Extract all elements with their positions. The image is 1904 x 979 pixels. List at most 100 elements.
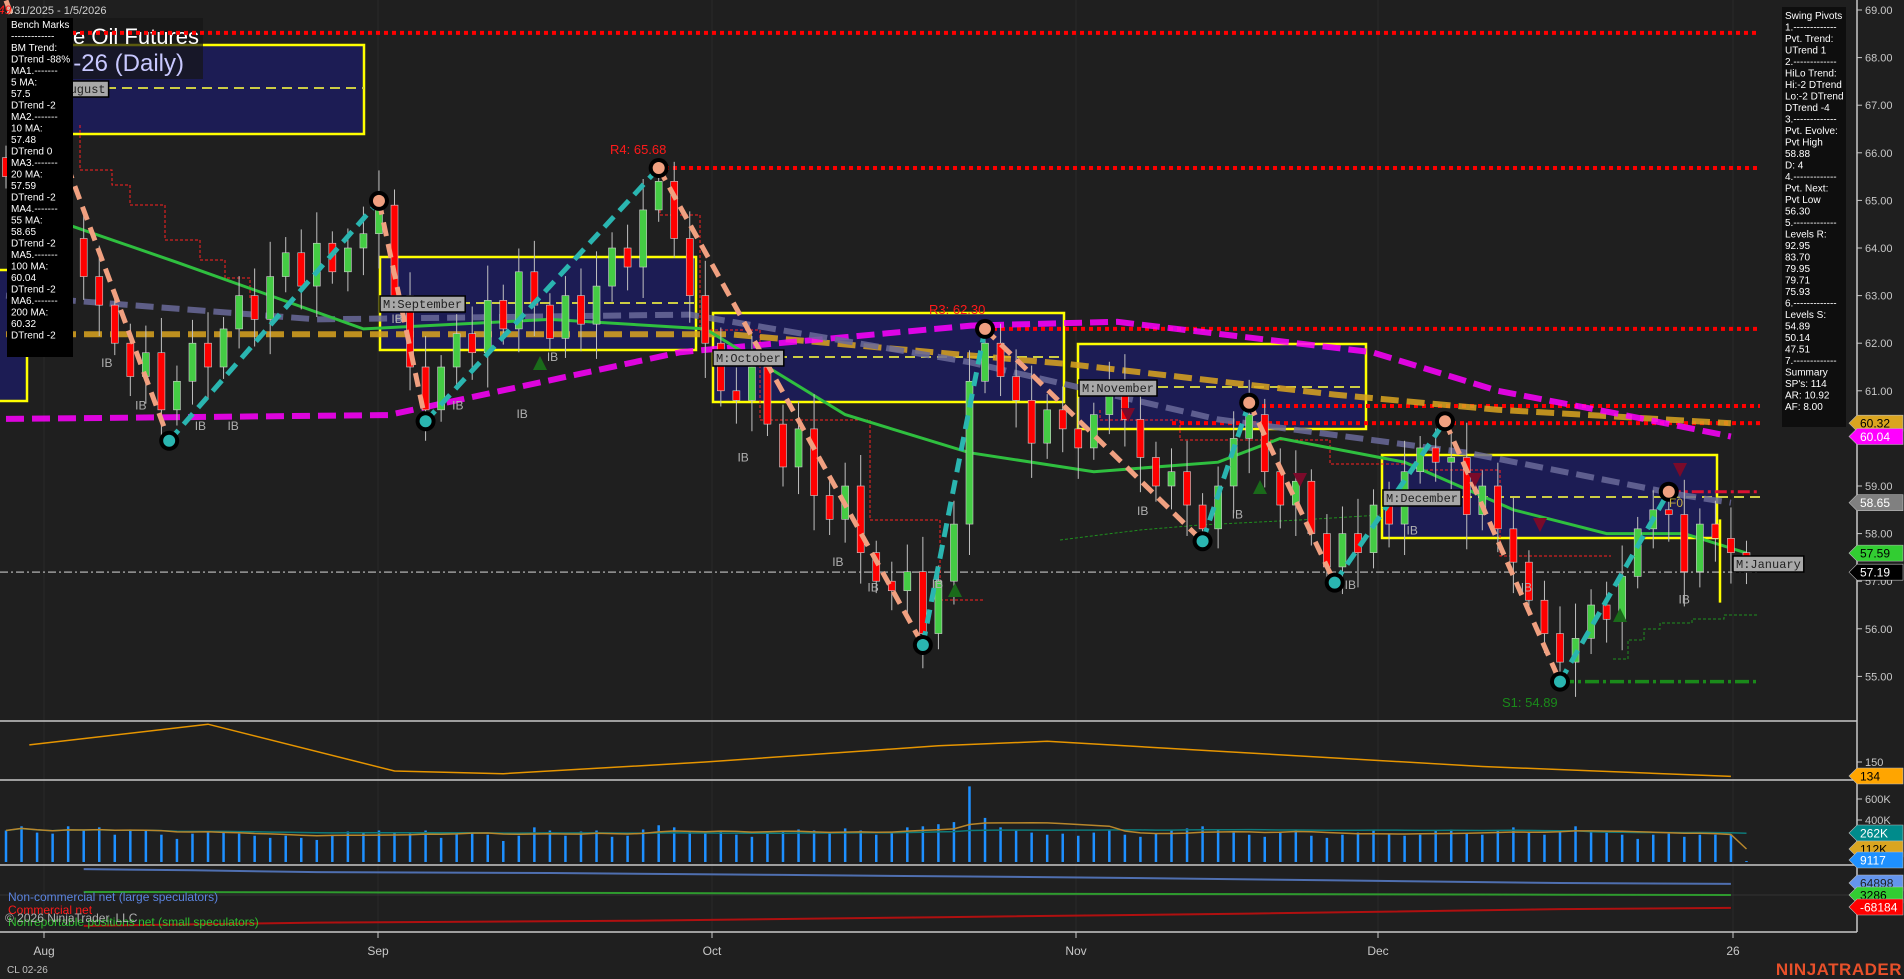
candle-down[interactable] — [1494, 486, 1501, 529]
ninjatrader-logo: NINJATRADER — [1776, 960, 1902, 979]
candle-down[interactable] — [469, 334, 476, 353]
benchmark-line: 58.65 — [11, 227, 36, 238]
candle-up[interactable] — [1044, 410, 1051, 443]
swing-pivot-line: AR: 10.92 — [1785, 391, 1830, 402]
benchmark-line: DTrend -2 — [11, 101, 56, 112]
candle-down[interactable] — [1557, 634, 1564, 663]
candle-down[interactable] — [780, 424, 787, 467]
candle-down[interactable] — [811, 429, 818, 496]
candle-down[interactable] — [919, 572, 926, 634]
benchmark-line: ------------- — [11, 32, 54, 43]
candle-up[interactable] — [748, 367, 755, 400]
candle-down[interactable] — [686, 238, 693, 295]
candle-up[interactable] — [950, 524, 957, 581]
candle-up[interactable] — [562, 296, 569, 339]
candle-down[interactable] — [702, 296, 709, 344]
candle-down[interactable] — [764, 367, 771, 424]
candle-down[interactable] — [1727, 538, 1734, 552]
candle-down[interactable] — [251, 296, 258, 320]
month-label-text: M:September — [383, 298, 462, 312]
candle-down[interactable] — [1712, 524, 1719, 538]
candle-up[interactable] — [313, 243, 320, 286]
candle-up[interactable] — [453, 334, 460, 367]
price-tag: 60.04 — [1849, 428, 1903, 444]
candle-up[interactable] — [982, 343, 989, 381]
candle-down[interactable] — [624, 248, 631, 267]
candle-down[interactable] — [826, 496, 833, 520]
candle-down[interactable] — [500, 300, 507, 329]
candle-up[interactable] — [360, 234, 367, 248]
candle-down[interactable] — [1432, 448, 1439, 462]
swing-pivot-marker — [1550, 672, 1570, 692]
swing-pivot-line: Lo:-2 DTrend — [1785, 92, 1844, 103]
candle-up[interactable] — [344, 248, 351, 272]
inside-bar-label: IB — [1345, 578, 1356, 592]
candle-up[interactable] — [189, 343, 196, 381]
swing-pivot-line: 56.30 — [1785, 207, 1810, 218]
candle-up[interactable] — [795, 429, 802, 467]
candle-down[interactable] — [391, 205, 398, 295]
candle-down[interactable] — [298, 253, 305, 286]
candle-up[interactable] — [640, 210, 647, 267]
candle-down[interactable] — [96, 277, 103, 306]
copyright: © 2026 NinjaTrader, LLC — [5, 911, 138, 925]
candle-down[interactable] — [205, 343, 212, 367]
volume-axis-label: 600K — [1865, 794, 1891, 806]
benchmark-line: DTrend -88% — [11, 55, 70, 66]
candle-up[interactable] — [655, 181, 662, 210]
candle-down[interactable] — [546, 305, 553, 338]
swing-pivot-line: DTrend -4 — [1785, 103, 1830, 114]
candle-down[interactable] — [733, 391, 740, 401]
candle-down[interactable] — [1152, 457, 1159, 486]
benchmark-line: MA6.------- — [11, 296, 58, 307]
swing-pivot-line: Summary — [1785, 368, 1828, 379]
candle-up[interactable] — [220, 329, 227, 367]
candle-down[interactable] — [111, 305, 118, 343]
candle-down[interactable] — [1184, 472, 1191, 505]
candle-down[interactable] — [1013, 377, 1020, 401]
candle-up[interactable] — [593, 286, 600, 324]
candle-down[interactable] — [577, 296, 584, 325]
candle-down[interactable] — [1199, 505, 1206, 529]
candle-up[interactable] — [267, 277, 274, 320]
indicator-tag-text: 134 — [1860, 770, 1880, 784]
candle-up[interactable] — [1090, 415, 1097, 448]
candle-down[interactable] — [1541, 600, 1548, 633]
candle-down[interactable] — [1028, 400, 1035, 443]
candle-up[interactable] — [173, 381, 180, 410]
inside-bar-label: IB — [195, 419, 206, 433]
candle-down[interactable] — [1510, 529, 1517, 562]
swing-pivot-line: 79.95 — [1785, 264, 1810, 275]
candle-down[interactable] — [1137, 419, 1144, 457]
candle-down[interactable] — [1681, 515, 1688, 572]
candle-down[interactable] — [1059, 410, 1066, 429]
swing-pivot-line: Pvt. Trend: — [1785, 34, 1833, 45]
ninjatrader-chart[interactable]: Crude Oil FuturesCL 02-26 (Daily)IBIBIBI… — [0, 0, 1904, 979]
swing-pivot-line: 7.------------- — [1785, 356, 1837, 367]
candle-up[interactable] — [1634, 529, 1641, 577]
candle-up[interactable] — [282, 253, 289, 277]
candle-up[interactable] — [1696, 524, 1703, 572]
candle-up[interactable] — [1168, 472, 1175, 486]
month-label: M:October — [713, 350, 784, 366]
swing-pivot-line: 2.------------- — [1785, 57, 1837, 68]
candle-down[interactable] — [80, 238, 87, 276]
candle-down[interactable] — [127, 343, 134, 376]
price-axis-label: 68.00 — [1865, 53, 1893, 65]
candle-down[interactable] — [1075, 429, 1082, 448]
candle-down[interactable] — [1277, 472, 1284, 505]
candle-up[interactable] — [1448, 457, 1455, 462]
swing-pivot-marker — [1435, 411, 1455, 431]
candle-up[interactable] — [609, 248, 616, 286]
candle-down[interactable] — [158, 353, 165, 410]
candle-down[interactable] — [1665, 510, 1672, 515]
candle-up[interactable] — [484, 300, 491, 352]
candle-up[interactable] — [1246, 415, 1253, 439]
candle-up[interactable] — [236, 296, 243, 329]
candle-up[interactable] — [1339, 534, 1346, 567]
candle-down[interactable] — [857, 486, 864, 553]
cot-tag: -68184 — [1849, 899, 1903, 915]
inside-bar-label: IB — [452, 398, 463, 412]
candle-down[interactable] — [1603, 605, 1610, 619]
candle-up[interactable] — [904, 572, 911, 591]
